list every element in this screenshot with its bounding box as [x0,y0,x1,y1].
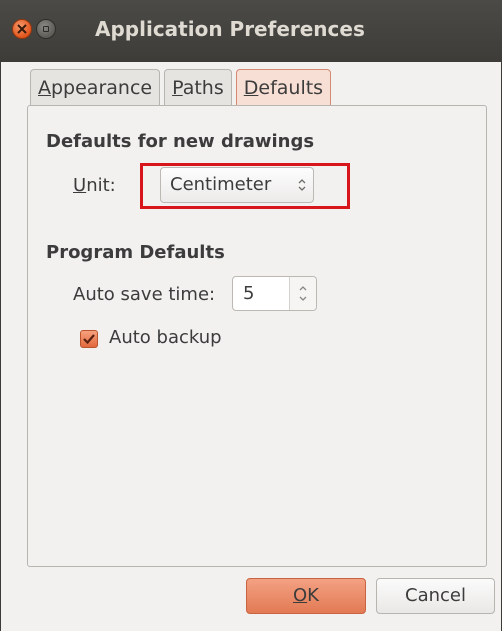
auto-save-value: 5 [243,283,255,304]
cancel-button[interactable]: Cancel [376,578,495,614]
tab-bar: Appearance Paths Defaults [30,69,335,107]
tab-defaults[interactable]: Defaults [235,69,332,105]
auto-backup-checkbox[interactable] [80,330,98,348]
tab-paths[interactable]: Paths [164,69,232,105]
spin-arrows-icon [299,286,307,301]
spin-arrows[interactable] [289,277,316,310]
minimize-icon[interactable] [36,19,56,39]
unit-label: Unit: [73,175,116,196]
close-icon[interactable] [12,19,32,39]
title-bar: Application Preferences [0,0,502,62]
program-defaults-heading: Program Defaults [46,242,225,263]
auto-save-spinbutton[interactable]: 5 [232,276,317,311]
checkmark-icon [83,334,95,345]
new-drawings-heading: Defaults for new drawings [46,131,315,152]
window-title: Application Preferences [95,17,365,41]
auto-backup-label[interactable]: Auto backup [109,327,222,348]
auto-save-label: Auto save time: [73,284,216,305]
ok-button[interactable]: OK [246,578,366,614]
tab-appearance[interactable]: Appearance [30,69,161,105]
unit-highlight-box [140,163,350,209]
